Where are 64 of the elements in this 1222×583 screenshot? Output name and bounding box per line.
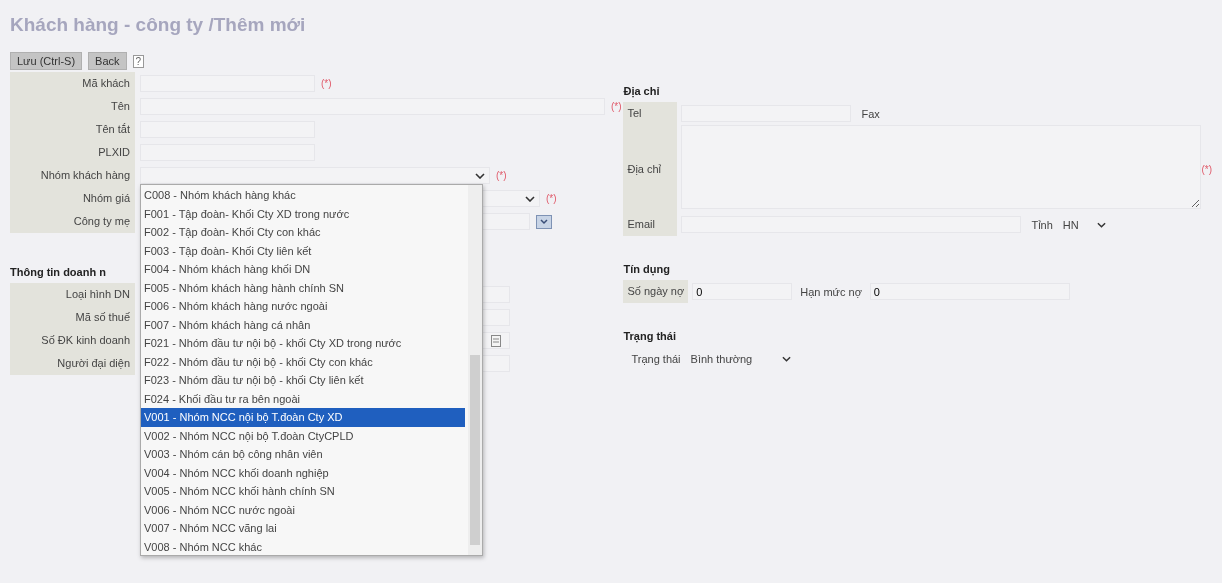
text-field[interactable]: 0 (692, 283, 793, 300)
field-label: Fax (861, 107, 881, 120)
section-heading: Trạng thái (623, 329, 677, 345)
chevron-icon (1096, 221, 1106, 228)
field-label: Tên (10, 95, 135, 118)
dropdown-option[interactable]: V003 - Nhóm cán bộ công nhân viên (141, 445, 465, 464)
field-label: Công ty mẹ (10, 210, 135, 233)
dropdown-option[interactable]: F024 - Khối đầu tư ra bên ngoài (141, 389, 465, 408)
section-heading: Địa chỉ (623, 84, 661, 100)
field-label: Người đại diện (10, 352, 135, 375)
section-heading: Thông tin doanh n (10, 265, 106, 280)
dropdown-option[interactable]: F004 - Nhóm khách hàng khối DN (141, 260, 465, 279)
toolbar-button[interactable]: Lưu (Ctrl-S) (10, 52, 83, 70)
text-field[interactable]: 0 (869, 283, 1070, 300)
required-mark: (*) (611, 101, 622, 112)
field-label: Tel (623, 102, 678, 125)
required-mark: (*) (321, 78, 332, 89)
status-select[interactable]: Bình thường (688, 350, 798, 367)
field-label: Mã khách (10, 72, 135, 95)
field-label: Nhóm giá (10, 187, 135, 210)
field-label: Tên tắt (10, 118, 135, 141)
dropdown-option[interactable]: F023 - Nhóm đầu tư nội bộ - khối Cty liên kết (141, 371, 465, 390)
scrollbar[interactable] (468, 185, 482, 555)
dropdown-option[interactable]: V007 - Nhóm NCC vãng lai (141, 519, 465, 538)
province-select[interactable]: HN (1060, 216, 1112, 233)
field-label: Địa chỉ (623, 125, 678, 213)
required-mark: (*) (546, 193, 557, 204)
field-label: Email (623, 213, 678, 236)
dropdown-option[interactable]: F006 - Nhóm khách hàng nước ngoài (141, 297, 465, 316)
field-label: Hạn mức nợ (800, 285, 862, 298)
dropdown-option[interactable]: F022 - Nhóm đầu tư nội bộ - khối Cty con khác (141, 352, 465, 371)
dropdown-option[interactable]: V008 - Nhóm NCC khác (141, 537, 465, 555)
dropdown-option[interactable]: C008 - Nhóm khách hàng khác (141, 186, 465, 205)
dropdown-option[interactable]: F021 - Nhóm đầu tư nội bộ - khối Cty XD trong nước (141, 334, 465, 353)
dropdown-option[interactable]: F007 - Nhóm khách hàng cá nhân (141, 315, 465, 334)
field-label: Tỉnh (1031, 218, 1053, 231)
toolbar-button[interactable]: Back (88, 52, 127, 70)
select-field[interactable] (140, 167, 490, 184)
field-label: Nhóm khách hàng (10, 164, 135, 187)
dropdown-option[interactable]: F005 - Nhóm khách hàng hành chính SN (141, 278, 465, 297)
required-mark: (*) (496, 170, 507, 181)
field-label: Loại hình DN (10, 283, 135, 306)
dropdown-option[interactable]: V006 - Nhóm NCC nước ngoài (141, 500, 465, 519)
help-icon[interactable]: ? (132, 54, 145, 68)
dropdown-option[interactable]: V002 - Nhóm NCC nội bộ T.đoàn CtyCPLD (141, 426, 465, 445)
field-label: Trạng thái (631, 352, 681, 365)
chevron-icon (782, 355, 792, 362)
field-label: Số ngày nợ (623, 280, 689, 303)
dropdown-option[interactable]: V001 - Nhóm NCC nội bộ T.đoàn Cty XD (141, 408, 465, 427)
dropdown-option[interactable]: V004 - Nhóm NCC khối doanh nghiệp (141, 463, 465, 482)
required-mark: (*) (1201, 163, 1212, 175)
dropdown-option[interactable]: V005 - Nhóm NCC khối hành chính SN (141, 482, 465, 501)
lookup-icon[interactable] (536, 214, 552, 229)
field-label: Số ĐK kinh doanh (10, 329, 135, 352)
dropdown-option[interactable]: F003 - Tập đoàn- Khối Cty liên kết (141, 241, 465, 260)
field-label: Mã số thuế (10, 306, 135, 329)
page-title: Khách hàng - công ty /Thêm mới (10, 14, 307, 37)
dropdown-option[interactable]: F002 - Tập đoàn- Khối Cty con khác (141, 223, 465, 242)
field-label: PLXID (10, 141, 135, 164)
address-textarea[interactable] (681, 125, 1202, 209)
chevron-icon (475, 173, 485, 179)
dropdown-option[interactable]: F001 - Tập đoàn- Khối Cty XD trong nước (141, 204, 465, 223)
section-heading: Tín dụng (623, 262, 671, 278)
chevron-icon (525, 196, 535, 202)
